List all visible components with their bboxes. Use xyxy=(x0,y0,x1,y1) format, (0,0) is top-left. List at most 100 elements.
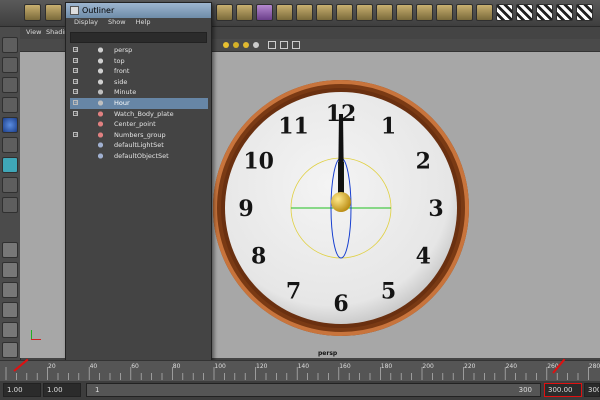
expand-icon[interactable]: + xyxy=(73,110,78,116)
menu-display[interactable]: Display xyxy=(74,18,98,26)
soft-mod-icon[interactable] xyxy=(2,197,18,213)
range-slider-bar: 1.00 1.00 1 300 300.00 300.0 xyxy=(0,381,600,400)
expand-icon[interactable]: + xyxy=(73,131,78,137)
menu-help[interactable]: Help xyxy=(136,18,151,26)
outliner-item-label: top xyxy=(114,56,125,65)
stacked-layout-icon[interactable] xyxy=(2,302,18,318)
uv-layout-icon[interactable] xyxy=(516,4,533,21)
uv-map-icon[interactable] xyxy=(576,4,593,21)
outliner-layout-icon[interactable] xyxy=(2,322,18,338)
expand-icon[interactable]: + xyxy=(73,99,78,105)
outliner-item[interactable]: Center_point xyxy=(70,119,208,130)
time-tick-label: 280 xyxy=(589,363,600,370)
outliner-item[interactable]: + Hour xyxy=(70,97,208,109)
expand-icon[interactable]: + xyxy=(73,47,78,53)
menu-show[interactable]: Show xyxy=(108,18,126,26)
camera-icon xyxy=(96,56,105,65)
split-icon[interactable] xyxy=(396,4,413,21)
time-tick-label: 120 xyxy=(256,363,268,370)
group-icon xyxy=(96,109,105,118)
extrude-icon[interactable] xyxy=(316,4,333,21)
move-tool-icon[interactable] xyxy=(2,97,18,113)
clock-number: 10 xyxy=(243,149,274,175)
outliner-filter-input[interactable] xyxy=(70,32,207,43)
outliner-title-bar[interactable]: Outliner xyxy=(66,3,211,18)
select-tool-icon[interactable] xyxy=(24,4,41,21)
graph-layout-icon[interactable] xyxy=(2,342,18,358)
side-by-side-layout-icon[interactable] xyxy=(2,282,18,298)
outliner-item-label: side xyxy=(114,77,128,86)
clock-number: 11 xyxy=(278,114,309,140)
playback-end-field[interactable]: 300.00 xyxy=(544,383,582,397)
mirror-icon[interactable] xyxy=(456,4,473,21)
four-pane-layout-icon[interactable] xyxy=(2,262,18,278)
outliner-item[interactable]: + top xyxy=(70,56,208,67)
poly-torus-icon[interactable] xyxy=(296,4,313,21)
outliner-item[interactable]: + front xyxy=(70,66,208,77)
time-tick-label: 220 xyxy=(464,363,476,370)
outliner-item[interactable]: + side xyxy=(70,77,208,88)
outliner-item-label: Hour xyxy=(114,98,130,107)
bevel-icon[interactable] xyxy=(336,4,353,21)
bridge-icon[interactable] xyxy=(356,4,373,21)
xray-icon[interactable] xyxy=(280,41,288,49)
poly-cube-icon[interactable] xyxy=(216,4,233,21)
clock-number: 2 xyxy=(416,149,431,175)
isolate-icon[interactable] xyxy=(268,41,276,49)
poly-plane-icon[interactable] xyxy=(276,4,293,21)
clock-number: 9 xyxy=(238,196,253,222)
range-slider-start-label: 1 xyxy=(95,386,100,394)
time-tick-label: 200 xyxy=(422,363,434,370)
shading-ball-icon[interactable] xyxy=(253,42,259,48)
rotate-tool-icon[interactable] xyxy=(2,117,18,133)
range-slider[interactable]: 1 300 xyxy=(86,383,541,397)
outliner-item[interactable]: + Minute xyxy=(70,87,208,98)
uv-unfold-icon[interactable] xyxy=(556,4,573,21)
clock-number: 6 xyxy=(333,291,348,317)
paint-select-icon[interactable] xyxy=(2,77,18,93)
mesh-icon xyxy=(96,98,105,107)
mesh-icon xyxy=(96,88,105,97)
animation-end-field[interactable]: 300.0 xyxy=(584,383,600,397)
poly-cylinder-icon[interactable] xyxy=(256,4,273,21)
light-icon[interactable] xyxy=(223,42,229,48)
light-icon[interactable] xyxy=(243,42,249,48)
smooth-icon[interactable] xyxy=(416,4,433,21)
time-tick-label: 60 xyxy=(131,363,139,370)
playback-start-field[interactable]: 1.00 xyxy=(43,383,81,397)
uv-project-icon[interactable] xyxy=(536,4,553,21)
outliner-item[interactable]: + persp xyxy=(70,45,208,56)
poly-sphere-icon[interactable] xyxy=(236,4,253,21)
manipulator-icon[interactable] xyxy=(2,157,18,173)
time-tick-label: 180 xyxy=(381,363,393,370)
outliner-item[interactable]: defaultObjectSet xyxy=(70,151,208,162)
combine-icon[interactable] xyxy=(436,4,453,21)
outliner-item-label: Minute xyxy=(114,88,137,97)
outliner-item[interactable]: + Watch_Body_plate xyxy=(70,109,208,120)
expand-icon[interactable]: + xyxy=(73,57,78,63)
center-point-knob[interactable] xyxy=(331,192,351,212)
single-pane-layout-icon[interactable] xyxy=(2,242,18,258)
expand-icon[interactable]: + xyxy=(73,78,78,84)
outliner-item[interactable]: defaultLightSet xyxy=(70,140,208,151)
time-slider[interactable]: 20 40 60 80 100 120 140 160 180 200 220 240 260 280 xyxy=(0,360,600,381)
expand-icon[interactable]: + xyxy=(73,68,78,74)
outliner-title: Outliner xyxy=(82,6,115,15)
time-tick-label: 20 xyxy=(48,363,56,370)
uv-checker-icon[interactable] xyxy=(496,4,513,21)
expand-icon[interactable]: + xyxy=(73,89,78,95)
scale-tool-icon[interactable] xyxy=(2,137,18,153)
select-arrow-icon[interactable] xyxy=(2,37,18,53)
last-tool-icon[interactable] xyxy=(2,177,18,193)
minute-hand[interactable] xyxy=(338,114,344,192)
wireframe-icon[interactable] xyxy=(292,41,300,49)
lasso-tool-icon[interactable] xyxy=(45,4,62,21)
fill-hole-icon[interactable] xyxy=(476,4,493,21)
view-menu[interactable]: View xyxy=(26,28,41,36)
merge-icon[interactable] xyxy=(376,4,393,21)
outliner-item[interactable]: + Numbers_group xyxy=(70,130,208,141)
outliner-item-label: front xyxy=(114,67,130,76)
lasso-select-icon[interactable] xyxy=(2,57,18,73)
light-icon[interactable] xyxy=(233,42,239,48)
animation-start-field[interactable]: 1.00 xyxy=(3,383,41,397)
